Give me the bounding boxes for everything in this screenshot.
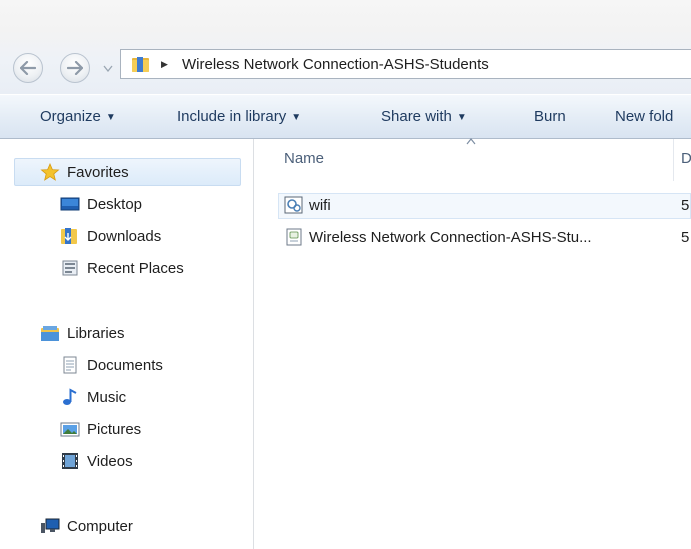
music-icon (63, 388, 77, 405)
nav-item-downloads-label: Downloads (87, 228, 162, 245)
file-name: wifi (309, 197, 331, 214)
chevron-down-icon[interactable] (103, 65, 113, 72)
share-with-button[interactable]: Share with ▼ (381, 108, 467, 125)
folder-icon (132, 57, 149, 72)
forward-arrow-icon (67, 61, 83, 75)
include-in-library-button[interactable]: Include in library ▼ (177, 108, 301, 125)
back-button[interactable] (13, 53, 43, 83)
file-name: Wireless Network Connection-ASHS-Stu... (309, 229, 592, 246)
file-row[interactable]: Wireless Network Connection-ASHS-Stu... … (278, 225, 691, 251)
nav-item-desktop-label: Desktop (87, 196, 143, 213)
file-date: 5 (681, 197, 690, 214)
xml-file-icon (286, 228, 302, 246)
nav-item-videos-label: Videos (87, 453, 133, 470)
nav-computer-label: Computer (67, 518, 133, 535)
recent-places-icon (62, 260, 78, 276)
file-row[interactable]: wifi 5 (278, 193, 691, 219)
address-bar[interactable]: ▶ Wireless Network Connection-ASHS-Stude… (120, 49, 691, 79)
burn-button[interactable]: Burn (534, 108, 566, 125)
nav-item-recent-places-label: Recent Places (87, 260, 184, 277)
file-date: 5 (681, 229, 690, 246)
videos-icon (62, 453, 78, 469)
pictures-icon (60, 422, 80, 437)
column-divider[interactable] (673, 139, 674, 181)
sort-ascending-icon (466, 138, 476, 145)
column-header-name[interactable]: Name (284, 150, 324, 167)
organize-button[interactable]: Organize ▼ (40, 108, 116, 125)
star-icon (40, 163, 60, 181)
command-bar: Organize ▼ Include in library ▼ Share with… (0, 94, 691, 139)
nav-item-pictures-label: Pictures (87, 421, 142, 438)
wifi-file-icon (284, 196, 303, 214)
documents-icon (63, 356, 77, 374)
nav-favorites-label: Favorites (67, 164, 129, 181)
desktop-icon (60, 197, 80, 211)
column-header-date[interactable]: D (681, 150, 691, 167)
computer-icon (41, 518, 60, 533)
back-arrow-icon (20, 61, 36, 75)
window-titlebar (0, 0, 691, 94)
downloads-icon (61, 228, 77, 244)
forward-button[interactable] (60, 53, 90, 83)
new-folder-button[interactable]: New fold (615, 108, 673, 125)
nav-libraries-label: Libraries (67, 325, 125, 342)
breadcrumb-separator[interactable]: ▶ (161, 59, 168, 70)
nav-item-documents-label: Documents (87, 357, 163, 374)
libraries-icon (41, 326, 59, 341)
address-path[interactable]: Wireless Network Connection-ASHS-Student… (182, 56, 489, 73)
nav-item-music-label: Music (87, 389, 127, 406)
